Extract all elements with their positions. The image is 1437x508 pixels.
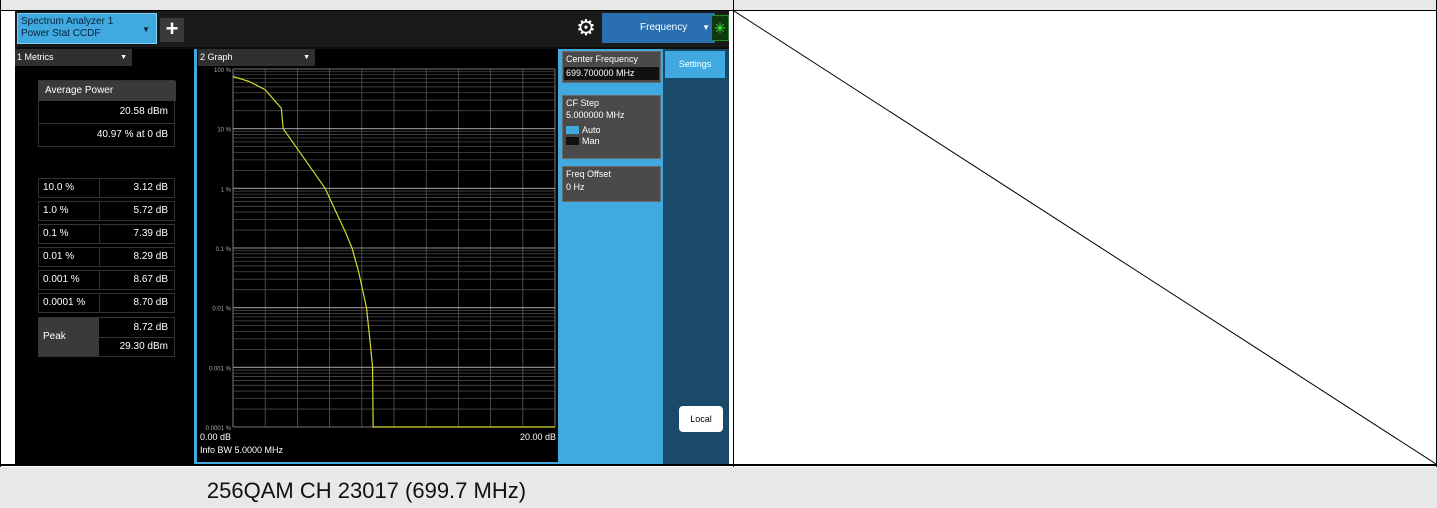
peak-block: Peak 8.72 dB 29.30 dBm xyxy=(38,317,175,357)
ccdf-chart: 100 %10 %1 %0.1 %0.01 %0.001 %0.0001 % 0… xyxy=(200,68,556,455)
metric-row: 0.01 % 8.29 dB xyxy=(38,247,175,267)
chevron-down-icon: ▼ xyxy=(702,23,710,32)
busy-indicator-icon: ✳ xyxy=(711,15,729,41)
metric-prob: 0.1 % xyxy=(43,228,69,239)
empty-cell-diagonal xyxy=(734,11,1436,464)
metric-prob: 0.001 % xyxy=(43,274,80,285)
frequency-menu-button[interactable]: Frequency ▼ xyxy=(602,13,715,43)
metrics-dropdown[interactable]: 1 Metrics ▼ xyxy=(15,49,132,66)
settings-tab[interactable]: Settings xyxy=(665,51,725,78)
divider xyxy=(39,123,174,124)
title-bar: Spectrum Analyzer 1 Power Stat CCDF ▼ + … xyxy=(15,11,729,47)
left-rule xyxy=(0,0,1,508)
gear-icon[interactable]: ⚙ xyxy=(574,16,598,40)
center-frequency-value[interactable]: 699.700000 MHz xyxy=(564,67,659,80)
average-power-block: Average Power 20.58 dBm 40.97 % at 0 dB xyxy=(38,80,176,147)
freq-offset-value: 0 Hz xyxy=(566,182,585,192)
auto-indicator xyxy=(566,126,579,134)
tab-line2: Power Stat CCDF xyxy=(21,28,101,39)
x-end-label: 20.00 dB xyxy=(520,432,556,442)
peak-db: 8.72 dB xyxy=(133,322,168,333)
metric-prob: 0.0001 % xyxy=(43,297,86,308)
man-option[interactable]: Man xyxy=(566,136,657,146)
metric-value: 8.67 dB xyxy=(133,274,168,285)
frequency-menu-label: Frequency xyxy=(640,22,688,33)
metrics-panel: 1 Metrics ▼ Average Power 20.58 dBm 40.9… xyxy=(15,49,196,464)
metric-value: 8.29 dB xyxy=(133,251,168,262)
center-frequency-key[interactable]: Center Frequency 699.700000 MHz xyxy=(562,51,661,83)
tab-spectrum-analyzer[interactable]: Spectrum Analyzer 1 Power Stat CCDF ▼ xyxy=(17,13,157,44)
caption-text: 256QAM CH 23017 (699.7 MHz) xyxy=(206,478,527,503)
divider xyxy=(99,271,100,289)
y-tick-label: 100 % xyxy=(214,68,232,74)
cf-step-value: 5.000000 MHz xyxy=(566,110,625,120)
divider xyxy=(99,225,100,243)
y-tick-label: 0.001 % xyxy=(209,366,232,372)
x-start-label: 0.00 dB xyxy=(200,432,231,442)
divider xyxy=(99,202,100,220)
peak-label: Peak xyxy=(39,318,99,356)
metric-prob: 1.0 % xyxy=(43,205,69,216)
local-button[interactable]: Local xyxy=(679,406,723,432)
divider xyxy=(99,248,100,266)
man-indicator xyxy=(566,137,579,145)
top-strip xyxy=(0,0,1437,10)
divider xyxy=(99,294,100,312)
divider xyxy=(99,179,100,197)
info-bw: Info BW 5.0000 MHz xyxy=(200,445,284,455)
average-power-dbm: 20.58 dBm xyxy=(119,106,168,117)
auto-option[interactable]: Auto xyxy=(566,125,657,135)
metric-row: 0.0001 % 8.70 dB xyxy=(38,293,175,313)
tab-line1: Spectrum Analyzer 1 xyxy=(21,16,114,27)
metric-row: 0.001 % 8.67 dB xyxy=(38,270,175,290)
y-tick-label: 0.01 % xyxy=(212,307,231,313)
frequency-softkey-panel: Center Frequency 699.700000 MHz CF Step … xyxy=(560,49,663,464)
average-power-pct: 40.97 % at 0 dB xyxy=(96,129,168,140)
metrics-dropdown-label: 1 Metrics xyxy=(17,52,54,62)
auto-label: Auto xyxy=(582,125,601,135)
analyzer-screen: Spectrum Analyzer 1 Power Stat CCDF ▼ + … xyxy=(15,11,729,464)
metric-row: 1.0 % 5.72 dB xyxy=(38,201,175,221)
grid xyxy=(232,68,556,428)
freq-offset-label: Freq Offset xyxy=(566,169,611,179)
caption-rule xyxy=(0,464,1437,466)
freq-offset-key[interactable]: Freq Offset 0 Hz xyxy=(562,166,661,202)
y-tick-label: 10 % xyxy=(217,128,231,134)
graph-panel: 2 Graph ▼ 100 % 10 % 1 % 0.1 % 0.01 % 0.001 %… xyxy=(196,49,560,464)
metric-value: 3.12 dB xyxy=(133,182,168,193)
peak-dbm: 29.30 dBm xyxy=(119,341,168,352)
man-label: Man xyxy=(582,136,600,146)
chevron-down-icon: ▼ xyxy=(120,54,127,61)
page: { "caption": "256QAM CH 23017 (699.7 MHz… xyxy=(0,0,1437,508)
metric-value: 8.70 dB xyxy=(133,297,168,308)
metric-row: 10.0 % 3.12 dB xyxy=(38,178,175,198)
metric-value: 5.72 dB xyxy=(133,205,168,216)
chevron-down-icon: ▼ xyxy=(142,25,150,34)
metric-prob: 0.01 % xyxy=(43,251,75,262)
metric-prob: 10.0 % xyxy=(43,182,75,193)
divider xyxy=(99,337,175,338)
metric-row: 0.1 % 7.39 dB xyxy=(38,224,175,244)
settings-column: Settings Local xyxy=(663,49,729,464)
y-tick-label: 1 % xyxy=(221,187,232,193)
cf-step-label: CF Step xyxy=(566,98,600,108)
metric-value: 7.39 dB xyxy=(133,228,168,239)
average-power-label: Average Power xyxy=(39,81,176,101)
y-tick-labels: 100 %10 %1 %0.1 %0.01 %0.001 %0.0001 % xyxy=(206,68,232,432)
center-frequency-label: Center Frequency xyxy=(566,54,639,64)
y-tick-label: 0.1 % xyxy=(216,247,232,253)
cf-step-key[interactable]: CF Step 5.000000 MHz Auto Man xyxy=(562,95,661,159)
add-tab-button[interactable]: + xyxy=(160,18,184,42)
